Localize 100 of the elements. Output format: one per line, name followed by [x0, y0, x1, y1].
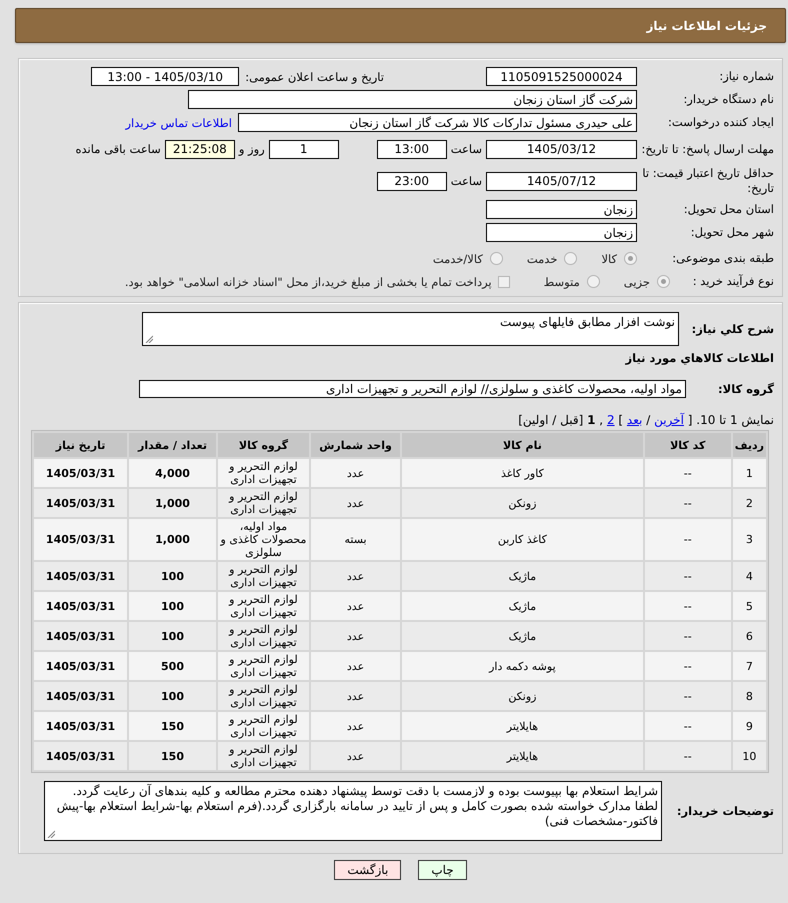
field-label: شماره نیاز:: [718, 69, 774, 84]
section-heading: اطلاعات كالاهاي مورد نياز: [624, 351, 774, 365]
column-header: نام کالا: [402, 433, 643, 457]
radio-button-icon[interactable]: [657, 275, 670, 288]
announce-date-field[interactable]: 1405/03/10 - 13:00: [91, 67, 240, 86]
pager-text: /: [646, 413, 650, 427]
radio-button-icon[interactable]: [490, 252, 503, 265]
field-label: نوع فرآیند خرید :: [692, 274, 774, 289]
table-cell: لوازم التحریر و تجهیزات اداری: [218, 592, 309, 620]
buyer-org-field[interactable]: شرکت گاز استان زنجان: [188, 90, 637, 109]
table-cell: زونکن: [402, 489, 643, 517]
table-cell: 4,000: [129, 459, 216, 487]
table-cell: عدد: [310, 682, 400, 710]
print-button[interactable]: چاپ: [418, 860, 467, 880]
pager-link[interactable]: 2: [606, 413, 615, 427]
deadline-date-field[interactable]: 1405/03/12: [486, 140, 637, 158]
field-label: طبقه بندی موضوعی:: [671, 251, 774, 266]
column-header: تعداد / مقدار: [129, 433, 216, 457]
field-label: گروه کالا:: [717, 382, 774, 396]
description-field[interactable]: نوشت افزار مطابق فایلهای پیوست: [142, 312, 679, 346]
resize-grip-icon: [145, 335, 153, 343]
table-cell: پوشه دکمه دار: [402, 652, 643, 680]
table-cell: 150: [129, 712, 216, 740]
table-cell: 1405/03/31: [34, 622, 128, 650]
radio-button-icon[interactable]: [586, 275, 600, 288]
table-cell: 1,000: [129, 489, 216, 517]
table-cell: بسته: [310, 519, 400, 560]
table-cell: 1405/03/31: [34, 712, 128, 740]
table-cell: عدد: [310, 652, 400, 680]
city-field[interactable]: زنجان: [486, 223, 637, 242]
table-cell: 1405/03/31: [34, 562, 128, 590]
province-field[interactable]: زنجان: [486, 200, 637, 219]
table-cell: لوازم التحریر و تجهیزات اداری: [218, 562, 309, 590]
radio-label: جزیی: [624, 274, 650, 288]
table-cell: لوازم التحریر و تجهیزات اداری: [218, 712, 309, 740]
column-header: تاریخ نیاز: [34, 433, 128, 457]
table-cell: لوازم التحریر و تجهیزات اداری: [218, 489, 309, 517]
remaining-time-field[interactable]: 21:25:08: [164, 140, 235, 158]
goods-group-field[interactable]: مواد اولیه، محصولات کاغذی و سلولزی// لوازم التحریر و تجهیزات اداری: [139, 380, 686, 398]
price-validity-date-field[interactable]: 1405/07/12: [486, 172, 637, 190]
table-cell: 6: [732, 622, 766, 650]
radio-button-icon[interactable]: [564, 252, 578, 265]
checkbox-label: پرداخت تمام یا بخشی از مبلغ خرید،از محل "اسناد خزانه اسلامی" خواهد بود.: [124, 274, 492, 288]
table-cell: لوازم التحریر و تجهیزات اداری: [218, 742, 309, 770]
table-cell: 7: [732, 652, 766, 680]
field-label: روز و: [238, 142, 265, 156]
buyer-notes-field[interactable]: شرایط استعلام بها بپیوست بوده و لازمست با دقت توسط پیشنهاد دهنده محترم مطالعه و کلیه بندهای آن رعایت گردد. لطفا مدارک خواسته شده بصورت کامل و پس از تایید در سامانه بارگزاری گردد.(فرم استعلام بها-شرایط استعلام بها-پیش فاکتور-مشخصات فنی): [44, 781, 662, 841]
table-cell: --: [644, 519, 731, 560]
table-cell: کاغذ کاربن: [402, 519, 643, 560]
requester-field[interactable]: علی حیدری مسئول تدارکات کالا شرکت گاز استان زنجان: [238, 113, 637, 132]
table-cell: 9: [732, 712, 766, 740]
table-cell: --: [644, 592, 731, 620]
field-label: استان محل تحویل:: [682, 202, 774, 217]
table-cell: 3: [732, 519, 766, 560]
table-cell: --: [644, 489, 731, 517]
pager-text: ]: [618, 413, 624, 427]
page-title: جزئیات اطلاعات نیاز: [646, 18, 767, 32]
table-cell: 1405/03/31: [34, 489, 128, 517]
table-cell: لوازم التحریر و تجهیزات اداری: [218, 459, 309, 487]
table-cell: عدد: [310, 459, 400, 487]
table-cell: 2: [732, 489, 766, 517]
table-cell: 1405/03/31: [34, 742, 128, 770]
table-cell: 100: [129, 592, 216, 620]
table-cell: عدد: [310, 489, 400, 517]
field-label: حداقل تاریخ اعتبار قیمت: تا تاریخ:: [641, 166, 774, 196]
current-page: 1: [587, 413, 596, 427]
pager-link[interactable]: آخرین: [654, 413, 684, 427]
column-header: واحد شمارش: [310, 433, 400, 457]
table-cell: مواد اولیه، محصولات کاغذی و سلولزی: [218, 519, 309, 560]
back-button[interactable]: بازگشت: [334, 860, 402, 880]
price-validity-time-field[interactable]: 23:00: [376, 172, 447, 190]
table-cell: 1405/03/31: [34, 459, 128, 487]
table-cell: 150: [129, 742, 216, 770]
pager-text: ,: [599, 413, 604, 427]
field-label: ایجاد کننده درخواست:: [667, 115, 774, 130]
checkbox-icon[interactable]: [498, 276, 510, 288]
table-cell: لوازم التحریر و تجهیزات اداری: [218, 622, 309, 650]
table-cell: زونکن: [402, 682, 643, 710]
deadline-time-field[interactable]: 13:00: [376, 140, 447, 158]
pager-link[interactable]: بعد: [626, 413, 642, 427]
table-cell: 8: [732, 682, 766, 710]
field-label: نام دستگاه خریدار:: [682, 92, 774, 107]
radio-label: کالا: [601, 252, 617, 266]
radio-button-icon[interactable]: [624, 252, 637, 265]
days-field[interactable]: 1: [268, 140, 339, 158]
field-label: ساعت: [450, 142, 482, 156]
table-cell: عدد: [310, 622, 400, 650]
table-cell: --: [644, 622, 731, 650]
table-cell: 4: [732, 562, 766, 590]
need-number-field[interactable]: 1105091525000024: [486, 67, 637, 86]
pager-text: [قبل / اولین]: [518, 413, 584, 427]
table-cell: 1405/03/31: [34, 682, 128, 710]
table-cell: --: [644, 652, 731, 680]
resize-grip-icon: [47, 830, 55, 838]
table-cell: عدد: [310, 742, 400, 770]
table-cell: عدد: [310, 592, 400, 620]
buyer-contact-link[interactable]: اطلاعات تماس خریدار: [125, 116, 232, 130]
table-cell: --: [644, 682, 731, 710]
field-label: توضیحات خریدار:: [676, 804, 774, 818]
table-cell: لوازم التحریر و تجهیزات اداری: [218, 652, 309, 680]
